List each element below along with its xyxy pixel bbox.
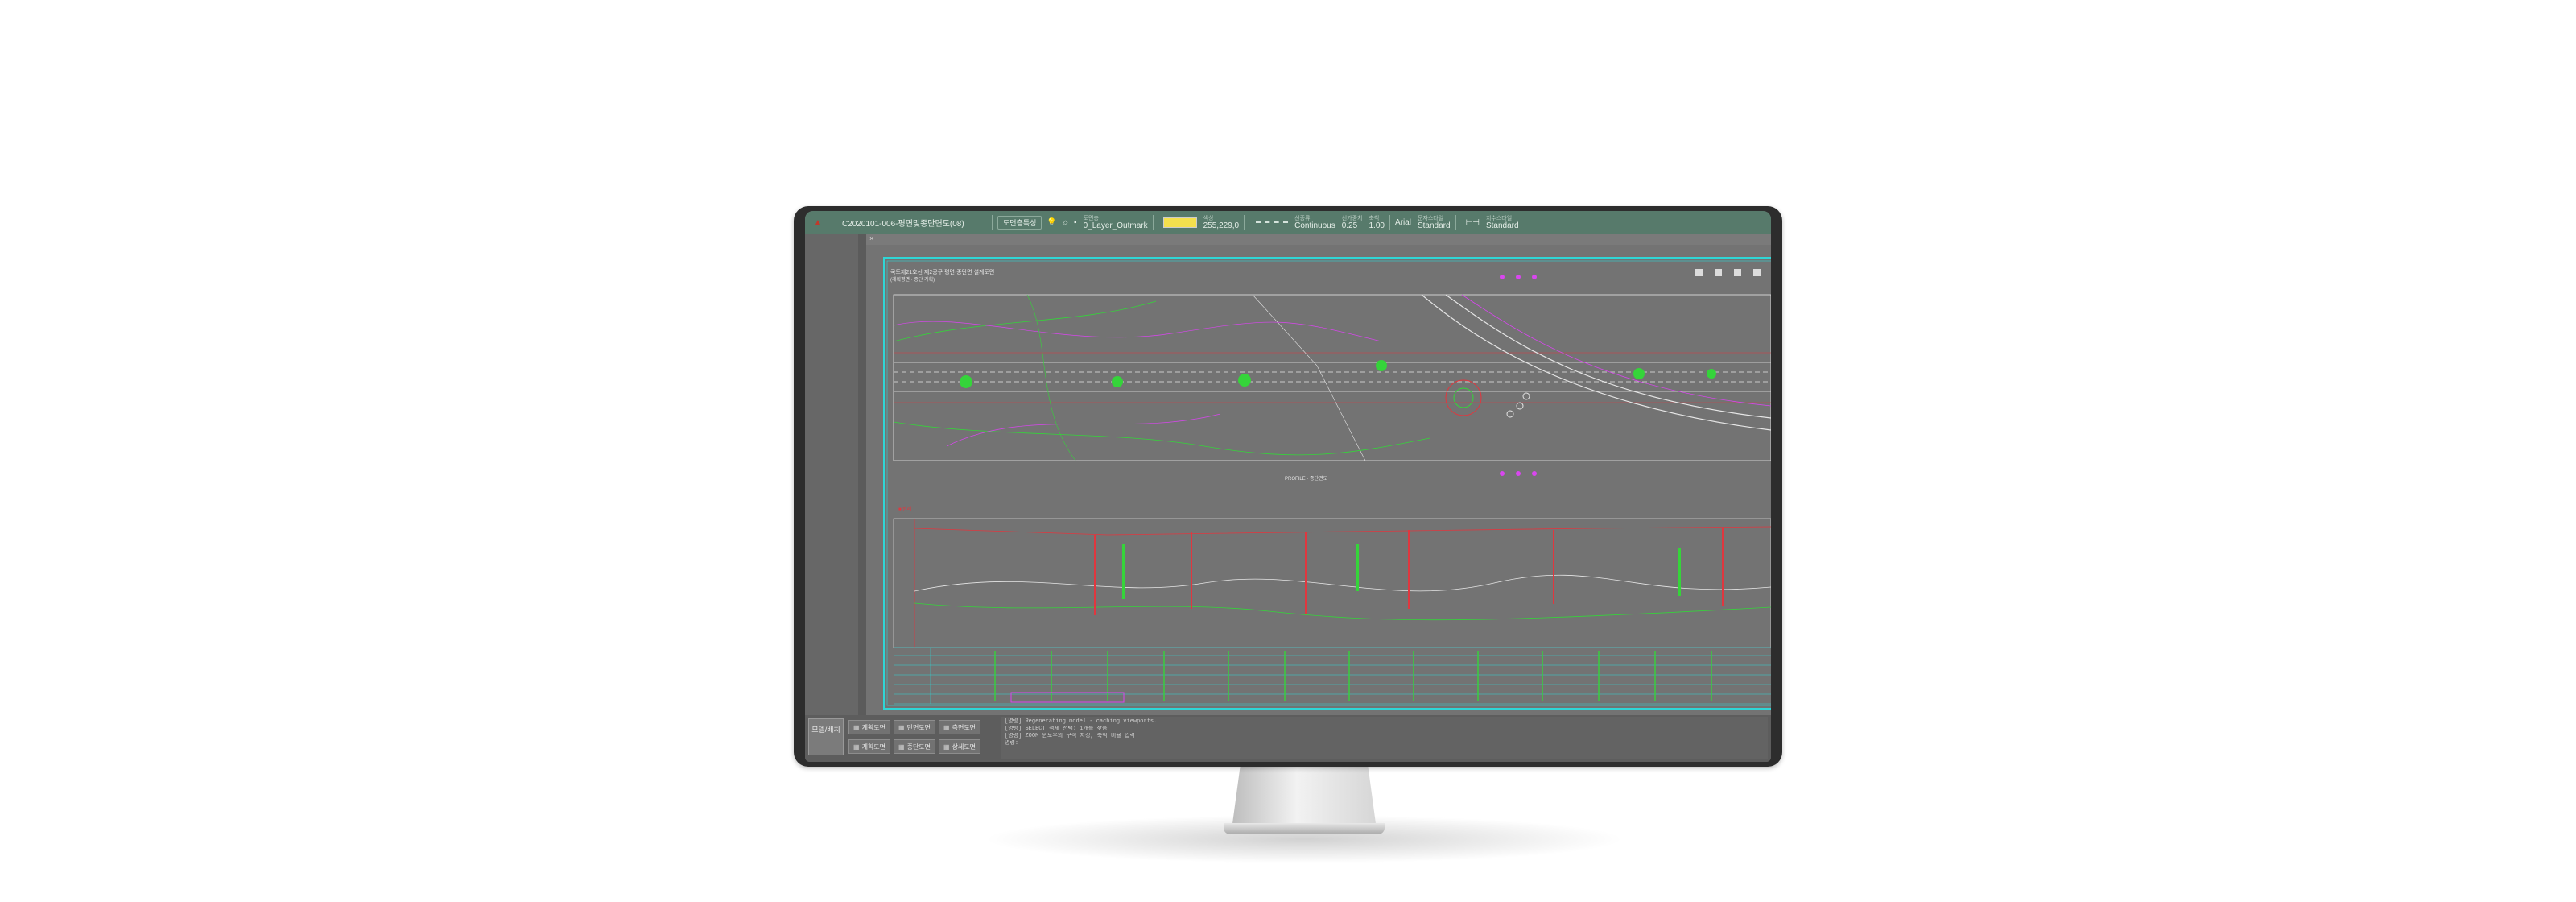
dimension-icon[interactable]: ⊢⊣ [1466,218,1480,227]
profile-station-marks [1122,544,1681,599]
dim-style-dropdown[interactable]: 치수스타일 Standard [1486,215,1519,230]
layout-icon [1753,269,1761,276]
grid-icon: ▦ [898,723,905,731]
table-cells [994,651,1712,701]
grid-icon: ▦ [898,743,905,751]
layer-dropdown[interactable]: 도면층 0_Layer_Outmark [1084,215,1148,230]
view-icon [1734,269,1741,276]
grid-icon: ▦ [853,723,860,731]
text-style-value: Standard [1417,221,1451,230]
sheet-inner-border [886,260,1771,706]
drawing-canvas[interactable]: 국도제21호선 제2공구 평면·종단면 설계도면 (계획평면 · 종단 계획) [866,245,1771,715]
quick-button-label: 상세도면 [952,743,976,751]
command-history-line: [명령] Regenerating model - caching viewpo… [1005,718,1158,725]
properties-toolbar: ▲ C2020101-006-평면및종단면도(08) 도면층특성 💡 ☼ ▪ 도… [805,211,1771,234]
toolbar-divider [1152,215,1154,230]
profile-columns [1094,528,1724,615]
lineweight-dropdown[interactable]: 선가중치 0.25 [1342,215,1363,230]
dim-style-value: Standard [1485,221,1519,230]
quick-button-row-2: ▦ 계획도면 ▦ 종단도면 ▦ 상세도면 [848,739,981,754]
profile-title: PROFILE · 종단면도 [1285,475,1328,482]
quick-button-label: 측면도면 [952,723,976,731]
profile-data-table [894,647,1771,705]
lock-icon[interactable]: ▪ [1074,218,1077,227]
monitor-stand-base [1224,823,1385,834]
monitor-stand-neck [1232,765,1377,830]
file-title: C2020101-006-평면및종단면도(08) [842,219,964,229]
quick-button-row-1: ▦ 계획도면 ▦ 단면도면 ▦ 측면도면 [848,720,981,734]
left-panel-edge [858,234,866,715]
command-history-line: [명령] SELECT 객체 선택: 1개를 찾음 [1005,726,1108,732]
ltscale-value: 1.00 [1368,221,1385,230]
left-panel [805,234,858,715]
sheet-border [883,257,1771,710]
sun-icon[interactable]: ☼ [1062,218,1069,227]
text-style-dropdown[interactable]: 문자스타일 Standard [1418,215,1451,230]
drawing-tab-bar: × [866,234,1771,245]
bottom-panel: 모델/배치 ▦ 계획도면 ▦ 단면도면 ▦ 측면도면 ▦ 계획도면 ▦ 종단도면 ▦ 상세도… [805,715,1771,762]
quick-button[interactable]: ▦ 계획도면 [848,720,891,734]
command-prompt[interactable]: 명령: [1005,740,1765,747]
cad-screen: ▲ C2020101-006-평면및종단면도(08) 도면층특성 💡 ☼ ▪ 도… [805,211,1771,762]
command-history-line: [명령] ZOOM 윈도우의 구석 지정, 축척 비율 입력 [1005,733,1135,739]
close-drawing-icon[interactable]: × [869,234,873,242]
quick-button-label: 계획도면 [861,743,886,751]
font-dropdown[interactable]: Arial [1395,218,1411,227]
drawing-title-line1: 국도제21호선 제2공구 평면·종단면 설계도면 [890,268,994,275]
quick-button[interactable]: ▦ 계획도면 [848,739,891,754]
linetype-dropdown[interactable]: 선종류 Continuous [1294,215,1335,230]
command-line[interactable]: [명령] Regenerating model - caching viewpo… [1001,717,1768,759]
linetype-value: Continuous [1294,221,1335,230]
color-value: 255,229,0 [1203,221,1240,230]
layer-value: 0_Layer_Outmark [1083,221,1148,230]
toolbar-divider [992,215,993,230]
lightbulb-icon[interactable]: 💡 [1046,218,1056,227]
color-swatch[interactable] [1162,217,1197,228]
ltscale-dropdown[interactable]: 축척 1.00 [1368,215,1384,230]
color-dropdown[interactable]: 색상 255,229,0 [1203,215,1240,230]
quick-button[interactable]: ▦ 단면도면 [894,720,936,734]
grid-icon: ▦ [853,743,860,751]
quick-button[interactable]: ▦ 상세도면 [939,739,981,754]
quick-button-label: 단면도면 [906,723,931,731]
quick-button[interactable]: ▦ 측면도면 [939,720,981,734]
quick-button[interactable]: ▦ 종단도면 [894,739,936,754]
grid-icon: ▦ [943,743,950,751]
profile-lines [894,519,1771,648]
quick-button-label: 종단도면 [906,743,931,751]
plan-view-lines [893,275,1771,476]
print-icon [1695,269,1703,276]
app-menu-icon[interactable]: ▲ [810,214,826,230]
lineweight-value: 0.25 [1341,221,1358,230]
toolbar-divider [1455,215,1456,230]
grid-icon: ▦ [943,723,950,731]
linetype-preview [1256,221,1289,223]
layer-properties-button[interactable]: 도면층특성 [997,215,1042,230]
cad-drawing: 국도제21호선 제2공구 평면·종단면 설계도면 (계획평면 · 종단 계획) [883,257,1771,710]
save-icon [1715,269,1722,276]
drawing-title-line2: (계획평면 · 종단 계획) [890,276,935,283]
toolbar-divider [1244,215,1245,230]
legend-label: ■ 범례 [898,506,911,512]
model-layout-toggle[interactable]: 모델/배치 [808,718,844,755]
toolbar-divider [1389,215,1390,230]
quick-button-label: 계획도면 [861,723,886,731]
